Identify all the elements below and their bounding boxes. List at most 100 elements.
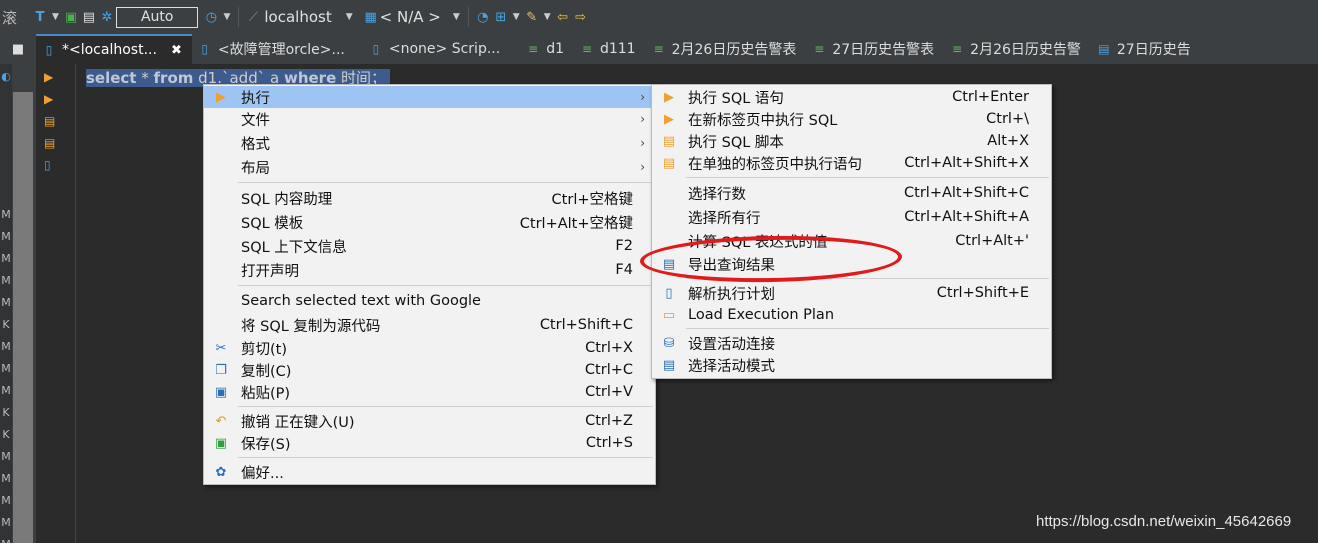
table-data-icon: ≡: [814, 42, 825, 56]
menu-item-label: SQL 上下文信息: [241, 239, 347, 256]
menu-item-cut[interactable]: ✂ 剪切(t) Ctrl+X: [204, 337, 655, 359]
menu-item-select-active-schema[interactable]: ▤ 选择活动模式: [652, 354, 1051, 376]
menu-shortcut: Alt+X: [987, 133, 1029, 149]
menu-item-layout[interactable]: 布局 ›: [204, 156, 655, 178]
back-arrow-icon[interactable]: ⇦: [554, 8, 572, 26]
forward-arrow-icon[interactable]: ⇨: [572, 8, 590, 26]
tab-none-script[interactable]: ▯ <none> Scrip...: [363, 34, 510, 64]
database-selector[interactable]: < N/A >: [380, 5, 441, 29]
tab-27-alarm-table[interactable]: ≡ 27日历史告警表: [806, 34, 944, 64]
menu-item-select-row-count[interactable]: 选择行数 Ctrl+Alt+Shift+C: [652, 182, 1051, 204]
tab-27-history[interactable]: ▤ 27日历史告: [1091, 34, 1201, 64]
tab-fault-management[interactable]: ▯ <故障管理orcle>...: [192, 34, 355, 64]
chevron-down-icon[interactable]: ▼: [52, 12, 59, 22]
brush-icon[interactable]: ✎: [523, 8, 541, 26]
dashboard-icon[interactable]: ◔: [474, 8, 492, 26]
tab-label: 27日历史告: [1116, 42, 1191, 58]
play-new-tab-icon: ▶: [664, 111, 674, 127]
network-icon[interactable]: ⊞: [492, 8, 510, 26]
menu-item-label: 将 SQL 复制为源代码: [241, 318, 381, 335]
save-icon[interactable]: ▣: [62, 8, 80, 26]
menu-item-copy-sql-source[interactable]: 将 SQL 复制为源代码 Ctrl+Shift+C: [204, 314, 655, 336]
menu-separator: [686, 328, 1049, 329]
menu-item-open-declaration[interactable]: 打开声明 F4: [204, 259, 655, 281]
menu-item-execute-in-new-tab[interactable]: ▶ 在新标签页中执行 SQL Ctrl+\: [652, 108, 1051, 130]
menu-item-label: SQL 内容助理: [241, 191, 333, 208]
gutter-mark: K: [2, 406, 10, 419]
expand-icon[interactable]: ◐: [0, 70, 12, 83]
sql-text: *: [136, 69, 154, 87]
toolbar-separator: [467, 7, 469, 27]
menu-item-execute[interactable]: ▶ 执行 ›: [204, 86, 655, 108]
scrollbar-thumb[interactable]: [13, 92, 33, 543]
menu-item-save[interactable]: ▣ 保存(S) Ctrl+S: [204, 432, 655, 454]
gutter-mark: M: [1, 340, 11, 353]
gear-icon: ✿: [215, 464, 227, 480]
menu-item-search-google[interactable]: Search selected text with Google: [204, 290, 655, 312]
commit-icon[interactable]: ▤: [80, 8, 98, 26]
panel-minimize-icon[interactable]: ■: [0, 34, 36, 64]
menu-separator: [238, 285, 653, 286]
execute-statement-icon[interactable]: ▶: [44, 70, 58, 84]
menu-item-explain-plan[interactable]: ▯ 解析执行计划 Ctrl+Shift+E: [652, 282, 1051, 304]
menu-item-execute-separate-tabs[interactable]: ▤ 在单独的标签页中执行语句 Ctrl+Alt+Shift+X: [652, 152, 1051, 174]
chevron-down-icon[interactable]: ▼: [223, 12, 230, 22]
execute-script-icon[interactable]: ▤: [44, 114, 58, 128]
chevron-down-icon[interactable]: ▼: [346, 12, 353, 22]
gutter-mark: M: [1, 208, 11, 221]
menu-item-label: SQL 模板: [241, 215, 304, 232]
sql-keyword: select: [86, 69, 137, 87]
tab-localhost[interactable]: ▯ *<localhost... ✖: [36, 34, 192, 64]
menu-shortcut: F2: [615, 238, 633, 254]
table-data-icon: ≡: [528, 42, 539, 56]
menu-item-format[interactable]: 格式 ›: [204, 132, 655, 154]
tab-d1[interactable]: ≡ d1: [520, 34, 574, 64]
menu-item-paste[interactable]: ▣ 粘贴(P) Ctrl+V: [204, 381, 655, 403]
menu-shortcut: Ctrl+S: [585, 435, 633, 451]
menu-item-sql-context-info[interactable]: SQL 上下文信息 F2: [204, 235, 655, 257]
execute-separate-tab-icon[interactable]: ▤: [44, 136, 58, 150]
tab-d111[interactable]: ≡ d111: [574, 34, 646, 64]
menu-item-label: 撤销 正在键入(U): [241, 414, 355, 431]
table-data-icon: ≡: [952, 42, 963, 56]
watermark-url: https://blog.csdn.net/weixin_45642669: [1036, 513, 1292, 530]
menu-item-label: 剪切(t): [241, 341, 287, 358]
menu-separator: [686, 177, 1049, 178]
history-icon[interactable]: ◷: [202, 8, 220, 26]
menu-item-sql-content-assist[interactable]: SQL 内容助理 Ctrl+空格键: [204, 187, 655, 209]
gutter-mark: K: [2, 428, 10, 441]
menu-item-label: 设置活动连接: [688, 336, 775, 353]
main-toolbar: 滚 T ▼ ▣ ▤ ✲ Auto ◷ ▼ ⟋ localhost ▼ ▦ < N…: [0, 0, 1318, 34]
editor-context-menu: ▶ 执行 › 文件 › 格式 › 布局 › SQL 内容助理 Ctrl+空格键 …: [203, 84, 656, 485]
menu-item-label: Load Execution Plan: [688, 307, 835, 323]
menu-shortcut: F4: [615, 262, 633, 278]
close-icon[interactable]: ✖: [171, 43, 182, 58]
menu-item-load-execution-plan[interactable]: ▭ Load Execution Plan: [652, 304, 1051, 326]
transaction-icon[interactable]: ✲: [98, 8, 116, 26]
menu-item-undo[interactable]: ↶ 撤销 正在键入(U) Ctrl+Z: [204, 410, 655, 432]
menu-item-sql-template[interactable]: SQL 模板 Ctrl+Alt+空格键: [204, 211, 655, 233]
menu-item-set-active-connection[interactable]: ⛁ 设置活动连接: [652, 332, 1051, 354]
menu-item-preferences[interactable]: ✿ 偏好...: [204, 461, 655, 483]
menu-item-copy[interactable]: ❐ 复制(C) Ctrl+C: [204, 359, 655, 381]
chevron-down-icon[interactable]: ▼: [513, 12, 520, 22]
chevron-down-icon[interactable]: ▼: [544, 12, 551, 22]
transaction-mode-box[interactable]: Auto: [115, 6, 199, 28]
menu-shortcut: Ctrl+空格键: [551, 191, 633, 208]
menu-item-execute-sql-script[interactable]: ▤ 执行 SQL 脚本 Alt+X: [652, 130, 1051, 152]
menu-item-file[interactable]: 文件 ›: [204, 108, 655, 130]
connection-selector[interactable]: localhost: [264, 5, 331, 29]
menu-item-execute-sql-statement[interactable]: ▶ 执行 SQL 语句 Ctrl+Enter: [652, 86, 1051, 108]
tab-feb26-alarm-table[interactable]: ≡ 2月26日历史告警表: [646, 34, 807, 64]
folder-open-icon: ▭: [662, 307, 676, 323]
menu-item-label: 执行: [241, 90, 270, 107]
execute-new-tab-icon[interactable]: ▶: [44, 92, 58, 106]
left-panel-scrollbar[interactable]: [12, 64, 36, 543]
format-icon[interactable]: T: [31, 8, 49, 26]
chevron-down-icon[interactable]: ▼: [453, 12, 460, 22]
tab-feb26-alarm[interactable]: ≡ 2月26日历史告警: [944, 34, 1091, 64]
menu-item-select-all-rows[interactable]: 选择所有行 Ctrl+Alt+Shift+A: [652, 206, 1051, 228]
script-tabs-icon: ▤: [662, 155, 676, 171]
explain-plan-icon[interactable]: ▯: [44, 158, 58, 172]
menu-item-label: 在新标签页中执行 SQL: [688, 112, 838, 129]
